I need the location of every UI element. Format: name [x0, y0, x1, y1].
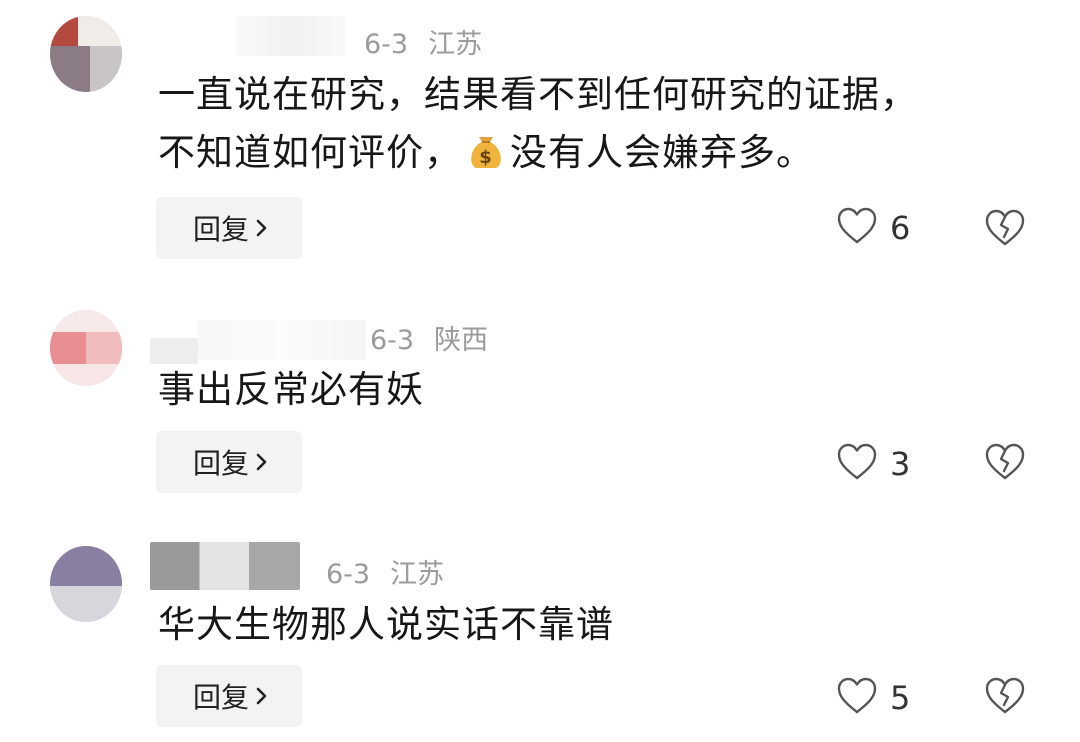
- comment-meta: 6-3 江苏: [326, 552, 444, 591]
- heart-icon: [836, 676, 878, 720]
- comment-date: 6-3: [326, 559, 371, 590]
- reply-button[interactable]: 回复: [156, 197, 302, 259]
- avatar[interactable]: [50, 546, 122, 622]
- chevron-right-icon: [255, 680, 269, 713]
- comment-text-line: 一直说在研究，结果看不到任何研究的证据，: [158, 73, 918, 116]
- comment-location: 江苏: [428, 29, 483, 60]
- like-count: 5: [890, 679, 911, 717]
- like-button[interactable]: 5: [836, 676, 910, 720]
- avatar[interactable]: [50, 16, 122, 92]
- like-count: 6: [890, 209, 911, 247]
- comment-meta: 6-3 陕西: [370, 318, 488, 357]
- comment-meta: 6-3 江苏: [364, 22, 482, 61]
- like-button[interactable]: 3: [836, 442, 910, 486]
- comment-location: 陕西: [434, 325, 489, 356]
- comment-text-segment: 不知道如何评价，: [158, 131, 462, 174]
- chevron-right-icon: [255, 212, 269, 245]
- reply-button[interactable]: 回复: [156, 665, 302, 727]
- comment-date: 6-3: [370, 325, 415, 356]
- broken-heart-icon: [984, 443, 1026, 486]
- comment-text: 一直说在研究，结果看不到任何研究的证据， 不知道如何评价， $ 没有人会嫌弃多。: [158, 66, 1038, 188]
- reply-label: 回复: [192, 447, 249, 480]
- money-bag-icon: $: [464, 127, 508, 188]
- heart-icon: [836, 442, 878, 486]
- chevron-right-icon: [255, 446, 269, 479]
- comment-text-line: 华大生物那人说实话不靠谱: [158, 603, 614, 646]
- broken-heart-icon: [984, 677, 1026, 720]
- username-blurred[interactable]: [150, 542, 300, 590]
- username-blurred[interactable]: [198, 320, 366, 360]
- svg-text:$: $: [479, 147, 493, 168]
- dislike-button[interactable]: [984, 442, 1026, 486]
- reply-label: 回复: [192, 681, 249, 714]
- dislike-button[interactable]: [984, 208, 1026, 252]
- comment-text-segment: 没有人会嫌弃多。: [510, 131, 814, 174]
- like-button[interactable]: 6: [836, 206, 910, 250]
- dislike-button[interactable]: [984, 676, 1026, 720]
- comment-text: 事出反常必有妖: [158, 361, 1038, 419]
- like-count: 3: [890, 445, 911, 483]
- comment-date: 6-3: [364, 29, 409, 60]
- username-blurred[interactable]: [236, 16, 346, 56]
- comment-text-line: 事出反常必有妖: [158, 368, 424, 411]
- reply-label: 回复: [192, 213, 249, 246]
- broken-heart-icon: [984, 209, 1026, 252]
- comment-text: 华大生物那人说实话不靠谱: [158, 596, 1038, 654]
- comment-text-line: 不知道如何评价， $ 没有人会嫌弃多。: [158, 124, 1038, 188]
- reply-button[interactable]: 回复: [156, 431, 302, 493]
- heart-icon: [836, 206, 878, 250]
- comment-location: 江苏: [390, 559, 445, 590]
- avatar[interactable]: [50, 310, 122, 386]
